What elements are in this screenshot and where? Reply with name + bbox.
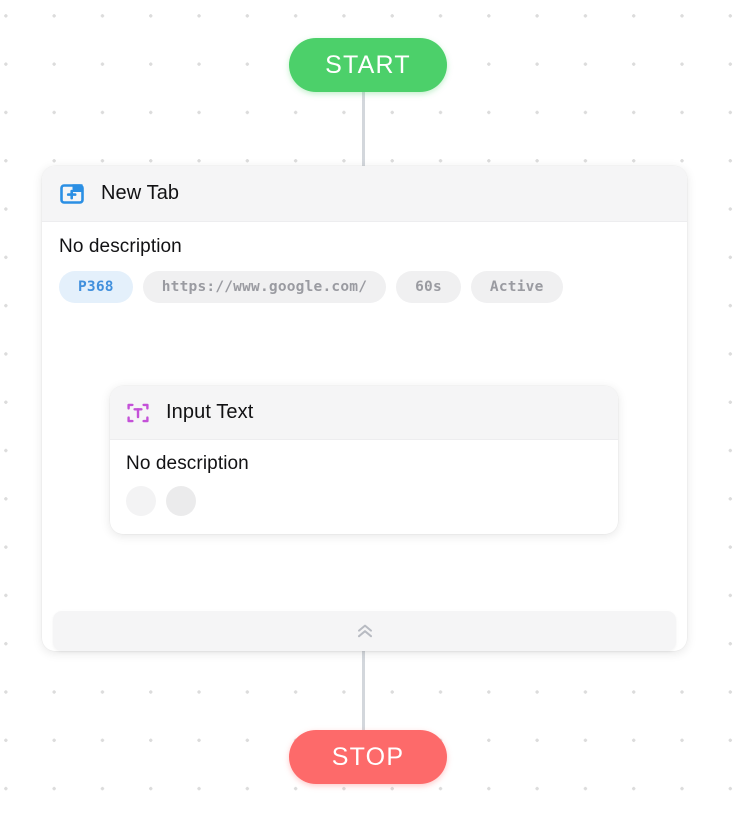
new-tab-icon [59,181,85,207]
node-body-input-text: No description [110,440,618,516]
node-title-new-tab: New Tab [101,182,180,204]
node-body-new-tab: No description P368 https://www.google.c… [42,222,687,303]
input-text-icon [125,400,151,426]
badge-placeholder-2[interactable] [166,486,196,516]
node-description-new-tab: No description [59,236,182,257]
node-header-new-tab[interactable]: New Tab [42,166,687,222]
start-button-label: START [325,50,411,79]
badge-timeout[interactable]: 60s [396,271,461,303]
badge-process-id[interactable]: P368 [59,271,133,303]
node-title-input-text: Input Text [166,401,254,423]
stop-button-label: STOP [331,742,405,771]
stop-button[interactable]: STOP [289,730,447,784]
node-badge-row-new-tab: P368 https://www.google.com/ 60s Active [59,271,670,303]
connector-line-start-to-node [362,88,365,170]
collapse-node-button[interactable] [53,611,676,651]
node-badge-row-input-text [126,486,602,516]
connector-line-node-to-stop [362,645,365,741]
badge-status[interactable]: Active [470,271,563,303]
node-header-input-text[interactable]: Input Text [110,386,618,440]
double-chevron-up-icon [356,624,374,638]
badge-placeholder-1[interactable] [126,486,156,516]
badge-url[interactable]: https://www.google.com/ [142,271,387,303]
start-button[interactable]: START [289,38,447,92]
node-card-input-text[interactable]: Input Text No description [110,386,618,534]
node-description-input-text: No description [126,453,249,474]
